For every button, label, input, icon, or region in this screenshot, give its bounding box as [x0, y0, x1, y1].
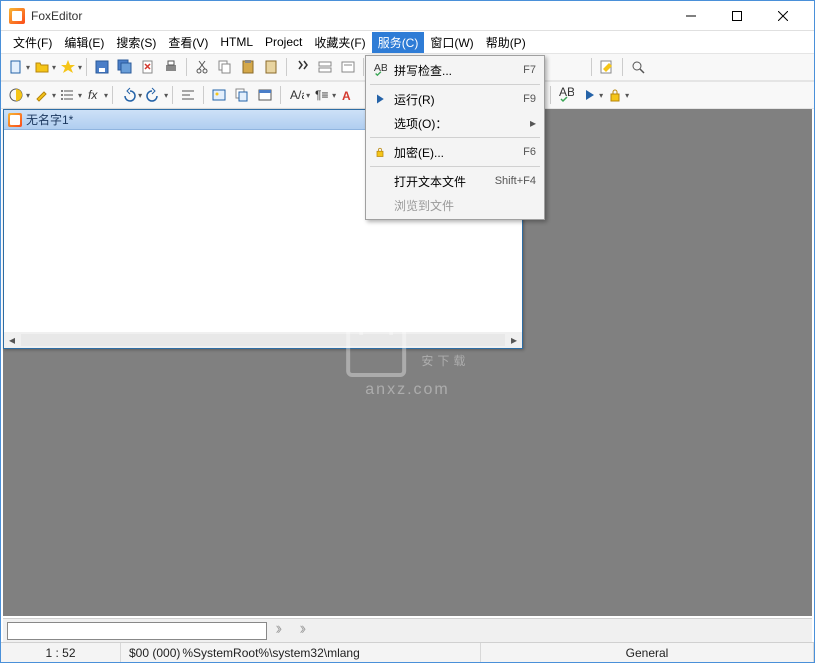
spellcheck-button[interactable]: AB [555, 84, 577, 106]
search-input[interactable] [7, 622, 267, 640]
services-dropdown: AB 拼写检查... F7 运行(R) F9 选项(O)： ▸ 加密(E)...… [365, 55, 545, 220]
close-file-button[interactable] [137, 56, 159, 78]
clipboard-button[interactable] [260, 56, 282, 78]
menu-open-text-label: 打开文本文件 [390, 173, 495, 190]
highlight-button[interactable] [31, 84, 53, 106]
image-button[interactable] [208, 84, 230, 106]
horizontal-scrollbar[interactable]: ◂ ▸ [4, 332, 522, 348]
status-mode: General [481, 643, 814, 662]
menu-spellcheck[interactable]: AB 拼写检查... F7 [366, 58, 544, 82]
menu-separator [370, 166, 540, 167]
font-size-button[interactable]: A [337, 84, 359, 106]
print-button[interactable] [160, 56, 182, 78]
menu-project[interactable]: Project [259, 33, 308, 51]
find-button[interactable] [291, 56, 313, 78]
menu-edit[interactable]: 编辑(E) [58, 32, 110, 53]
svg-text:A: A [342, 89, 351, 103]
scroll-right-icon[interactable]: ▸ [506, 332, 522, 348]
save-all-button[interactable] [114, 56, 136, 78]
menu-encrypt[interactable]: 加密(E)... F6 [366, 140, 544, 164]
menu-run-shortcut: F9 [523, 93, 536, 105]
menu-window[interactable]: 窗口(W) [424, 32, 479, 53]
menu-view[interactable]: 查看(V) [162, 32, 214, 53]
menu-encrypt-shortcut: F6 [523, 146, 536, 158]
svg-text:fx: fx [88, 88, 98, 102]
fx-button[interactable]: fx [83, 84, 105, 106]
replace-button[interactable] [314, 56, 336, 78]
status-position: 1 : 52 [1, 643, 121, 662]
search-bar [3, 618, 812, 642]
open-button[interactable] [31, 56, 53, 78]
app-icon [9, 8, 25, 24]
copy-format-button[interactable] [231, 84, 253, 106]
cut-button[interactable] [191, 56, 213, 78]
submenu-arrow-icon: ▸ [530, 116, 536, 130]
document-icon [8, 113, 22, 127]
app-title: FoxEditor [31, 9, 668, 23]
status-bar: 1 : 52 $00 (000) %SystemRoot%\system32\m… [1, 642, 814, 662]
find-next-button[interactable] [295, 621, 315, 641]
run-button[interactable] [578, 84, 600, 106]
scroll-track[interactable] [21, 334, 505, 346]
list-button[interactable] [57, 84, 79, 106]
status-path: $00 (000) %SystemRoot%\system32\mlang [121, 643, 481, 662]
paste-button[interactable] [237, 56, 259, 78]
find-prev-button[interactable] [271, 621, 291, 641]
menubar: 文件(F) 编辑(E) 搜索(S) 查看(V) HTML Project 收藏夹… [1, 31, 814, 53]
font-case-button[interactable]: A/a [285, 84, 307, 106]
scroll-left-icon[interactable]: ◂ [4, 332, 20, 348]
close-button[interactable] [760, 1, 806, 31]
menu-open-text-shortcut: Shift+F4 [495, 175, 536, 187]
menu-open-text-file[interactable]: 打开文本文件 Shift+F4 [366, 169, 544, 193]
menu-options[interactable]: 选项(O)： ▸ [366, 111, 544, 135]
menu-html[interactable]: HTML [214, 33, 259, 51]
copy-button[interactable] [214, 56, 236, 78]
preview-button[interactable] [627, 56, 649, 78]
status-filepath: %SystemRoot%\system32\mlang [182, 646, 359, 660]
menu-spellcheck-label: 拼写检查... [390, 62, 523, 79]
spellcheck-icon: AB [370, 63, 390, 77]
status-code: $00 (000) [129, 646, 180, 660]
svg-text:A/a: A/a [290, 88, 304, 102]
save-button[interactable] [91, 56, 113, 78]
align-left-button[interactable] [177, 84, 199, 106]
redo-button[interactable] [143, 84, 165, 106]
menu-browse-file: 浏览到文件 [366, 193, 544, 217]
menu-run[interactable]: 运行(R) F9 [366, 87, 544, 111]
menu-search[interactable]: 搜索(S) [110, 32, 162, 53]
minimize-button[interactable] [668, 1, 714, 31]
menu-encrypt-label: 加密(E)... [390, 144, 523, 161]
menu-separator [370, 137, 540, 138]
menu-options-label: 选项(O)： [390, 115, 530, 132]
watermark-sub: anxz.com [346, 381, 470, 399]
favorite-button[interactable] [57, 56, 79, 78]
menu-file[interactable]: 文件(F) [7, 32, 58, 53]
titlebar: FoxEditor [1, 1, 814, 31]
edit-button[interactable] [596, 56, 618, 78]
menu-services[interactable]: 服务(C) [372, 32, 425, 53]
watermark-main: 安下载 [421, 354, 469, 368]
menu-spellcheck-shortcut: F7 [523, 64, 536, 76]
indent-button[interactable]: ¶≡ [311, 84, 333, 106]
goto-button[interactable] [337, 56, 359, 78]
menu-run-label: 运行(R) [390, 91, 523, 108]
lock-icon [370, 146, 390, 158]
play-icon [370, 93, 390, 105]
color-button[interactable] [5, 84, 27, 106]
undo-button[interactable] [117, 84, 139, 106]
document-title: 无名字1* [26, 111, 73, 128]
new-file-button[interactable] [5, 56, 27, 78]
lock-button[interactable] [604, 84, 626, 106]
menu-separator [370, 84, 540, 85]
menu-browse-label: 浏览到文件 [390, 197, 536, 214]
menu-favorites[interactable]: 收藏夹(F) [308, 32, 371, 53]
svg-text:¶≡: ¶≡ [315, 88, 328, 102]
maximize-button[interactable] [714, 1, 760, 31]
window-button[interactable] [254, 84, 276, 106]
menu-help[interactable]: 帮助(P) [480, 32, 532, 53]
